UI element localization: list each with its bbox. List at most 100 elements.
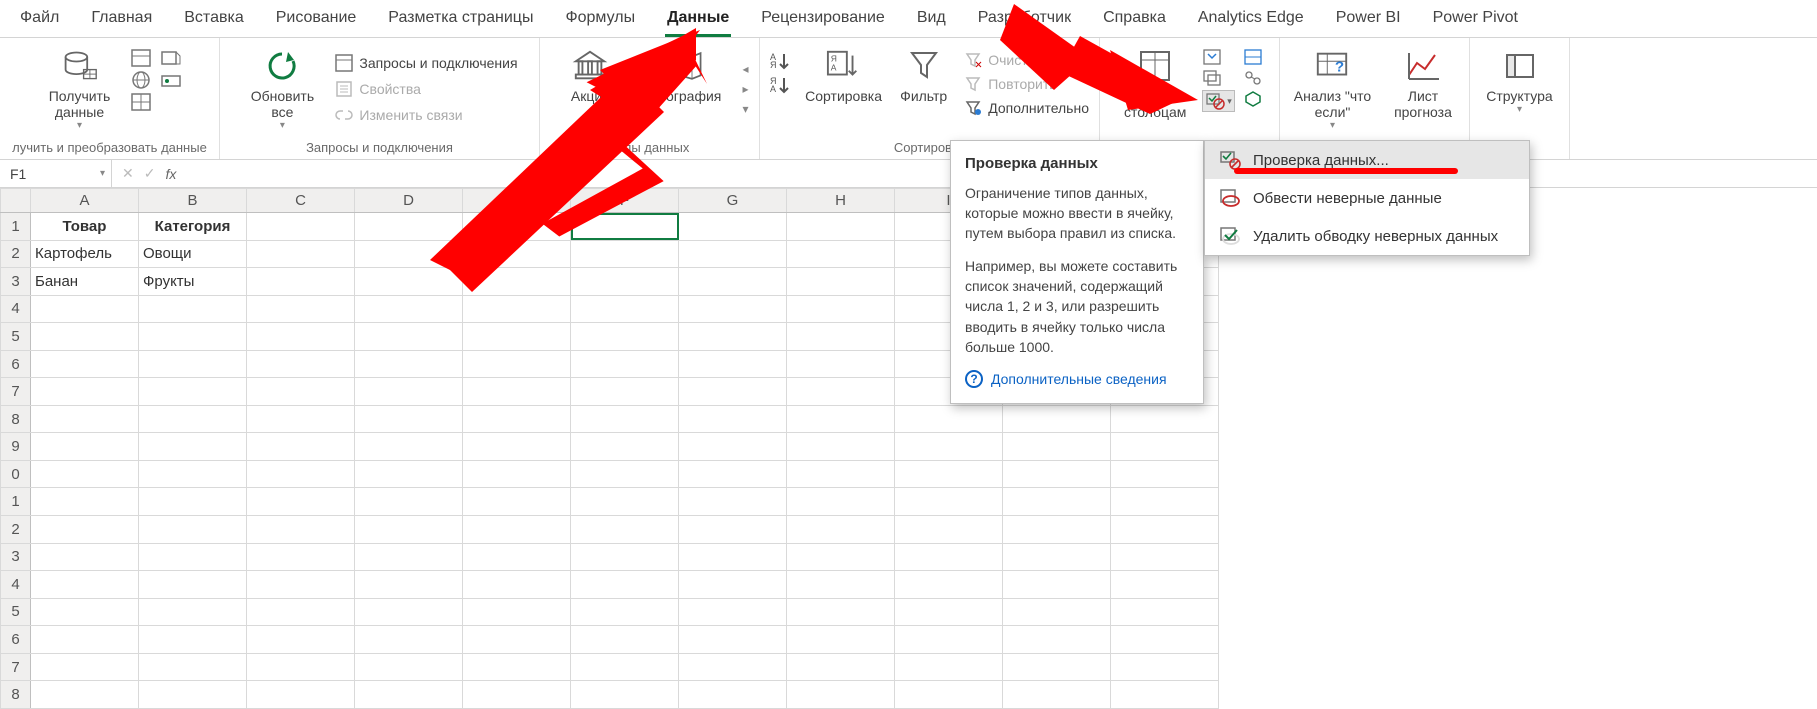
cell[interactable] — [139, 543, 247, 571]
get-data-button[interactable]: Получить данные ▾ — [38, 46, 122, 132]
cell[interactable] — [355, 350, 463, 378]
cell[interactable] — [247, 653, 355, 681]
cell[interactable] — [571, 460, 679, 488]
row-header[interactable]: 2 — [1, 240, 31, 268]
cell[interactable] — [31, 653, 139, 681]
cell[interactable] — [571, 571, 679, 599]
from-web-icon[interactable] — [130, 70, 152, 90]
cell[interactable] — [139, 516, 247, 544]
col-header[interactable]: G — [679, 189, 787, 213]
row-header[interactable]: 5 — [1, 323, 31, 351]
cell[interactable] — [31, 488, 139, 516]
cell[interactable] — [679, 323, 787, 351]
cell[interactable] — [463, 433, 571, 461]
cell[interactable] — [139, 378, 247, 406]
fx-icon[interactable]: fx — [165, 166, 176, 182]
cell[interactable] — [247, 460, 355, 488]
col-header[interactable]: C — [247, 189, 355, 213]
cell[interactable] — [895, 681, 1003, 709]
whatif-button[interactable]: ? Анализ "что если" ▾ — [1288, 46, 1377, 132]
cell[interactable] — [787, 598, 895, 626]
outline-button[interactable]: Структура ▾ — [1478, 46, 1561, 116]
cell[interactable] — [355, 323, 463, 351]
cell[interactable] — [895, 598, 1003, 626]
cell[interactable] — [355, 571, 463, 599]
cell[interactable] — [355, 240, 463, 268]
from-text-icon[interactable] — [130, 48, 152, 68]
cell[interactable] — [895, 571, 1003, 599]
cell[interactable] — [355, 516, 463, 544]
row-header[interactable]: 2 — [1, 516, 31, 544]
from-table-icon[interactable] — [130, 92, 152, 112]
cell[interactable] — [571, 433, 679, 461]
cell[interactable] — [787, 681, 895, 709]
chevron-left-icon[interactable]: ◂ — [742, 62, 748, 76]
cell[interactable] — [895, 543, 1003, 571]
cell[interactable]: Картофель — [31, 240, 139, 268]
text-to-columns-button[interactable]: Текст по столбцам — [1116, 46, 1194, 120]
cell[interactable] — [463, 460, 571, 488]
cell[interactable]: Овощи — [139, 240, 247, 268]
cell[interactable] — [31, 323, 139, 351]
cell[interactable] — [571, 378, 679, 406]
tab-power-bi[interactable]: Power BI — [1320, 1, 1417, 37]
cell[interactable] — [355, 681, 463, 709]
tab-draw[interactable]: Рисование — [260, 1, 373, 37]
tooltip-more-link[interactable]: ? Дополнительные сведения — [965, 369, 1189, 389]
cell[interactable] — [1111, 460, 1219, 488]
cell[interactable] — [571, 405, 679, 433]
col-header[interactable]: F — [571, 189, 679, 213]
cell[interactable] — [355, 626, 463, 654]
cell[interactable] — [679, 405, 787, 433]
cell[interactable] — [31, 626, 139, 654]
cell[interactable] — [679, 543, 787, 571]
cell[interactable] — [895, 433, 1003, 461]
cell[interactable] — [571, 543, 679, 571]
cell[interactable] — [787, 323, 895, 351]
tab-analytics-edge[interactable]: Analytics Edge — [1182, 1, 1320, 37]
tab-formulas[interactable]: Формулы — [549, 1, 651, 37]
cell[interactable] — [679, 626, 787, 654]
row-header[interactable]: 1 — [1, 213, 31, 241]
cell[interactable] — [1003, 598, 1111, 626]
cell[interactable] — [571, 323, 679, 351]
cell[interactable] — [895, 626, 1003, 654]
row-header[interactable]: 3 — [1, 268, 31, 296]
cell[interactable] — [1111, 626, 1219, 654]
cell[interactable]: Категория — [139, 213, 247, 241]
cell[interactable] — [679, 681, 787, 709]
geography-type-button[interactable]: География — [638, 46, 734, 104]
cell[interactable] — [247, 268, 355, 296]
cell[interactable] — [247, 543, 355, 571]
cell[interactable] — [895, 405, 1003, 433]
cell[interactable] — [679, 378, 787, 406]
cell[interactable] — [679, 598, 787, 626]
cell[interactable] — [31, 295, 139, 323]
sort-button[interactable]: ЯA Сортировка — [802, 46, 885, 104]
cell[interactable] — [679, 488, 787, 516]
cell[interactable] — [679, 213, 787, 241]
chevron-down-icon[interactable]: ▾ — [100, 168, 105, 179]
row-header[interactable]: 0 — [1, 460, 31, 488]
row-header[interactable]: 6 — [1, 350, 31, 378]
cell[interactable] — [895, 653, 1003, 681]
tab-home[interactable]: Главная — [75, 1, 168, 37]
row-header[interactable]: 5 — [1, 598, 31, 626]
cell[interactable] — [355, 378, 463, 406]
cell[interactable] — [247, 433, 355, 461]
cell[interactable] — [787, 433, 895, 461]
cell[interactable] — [355, 213, 463, 241]
tab-page-layout[interactable]: Разметка страницы — [372, 1, 549, 37]
row-header[interactable]: 4 — [1, 571, 31, 599]
cell[interactable] — [1003, 681, 1111, 709]
stocks-type-button[interactable]: Акции — [550, 46, 630, 104]
cell[interactable] — [571, 350, 679, 378]
col-header[interactable]: E — [463, 189, 571, 213]
row-header[interactable]: 1 — [1, 488, 31, 516]
name-box[interactable]: F1 ▾ — [0, 160, 112, 187]
cell[interactable] — [571, 213, 679, 241]
cell[interactable] — [463, 543, 571, 571]
cell[interactable] — [463, 626, 571, 654]
cell[interactable] — [895, 460, 1003, 488]
cell[interactable] — [247, 516, 355, 544]
